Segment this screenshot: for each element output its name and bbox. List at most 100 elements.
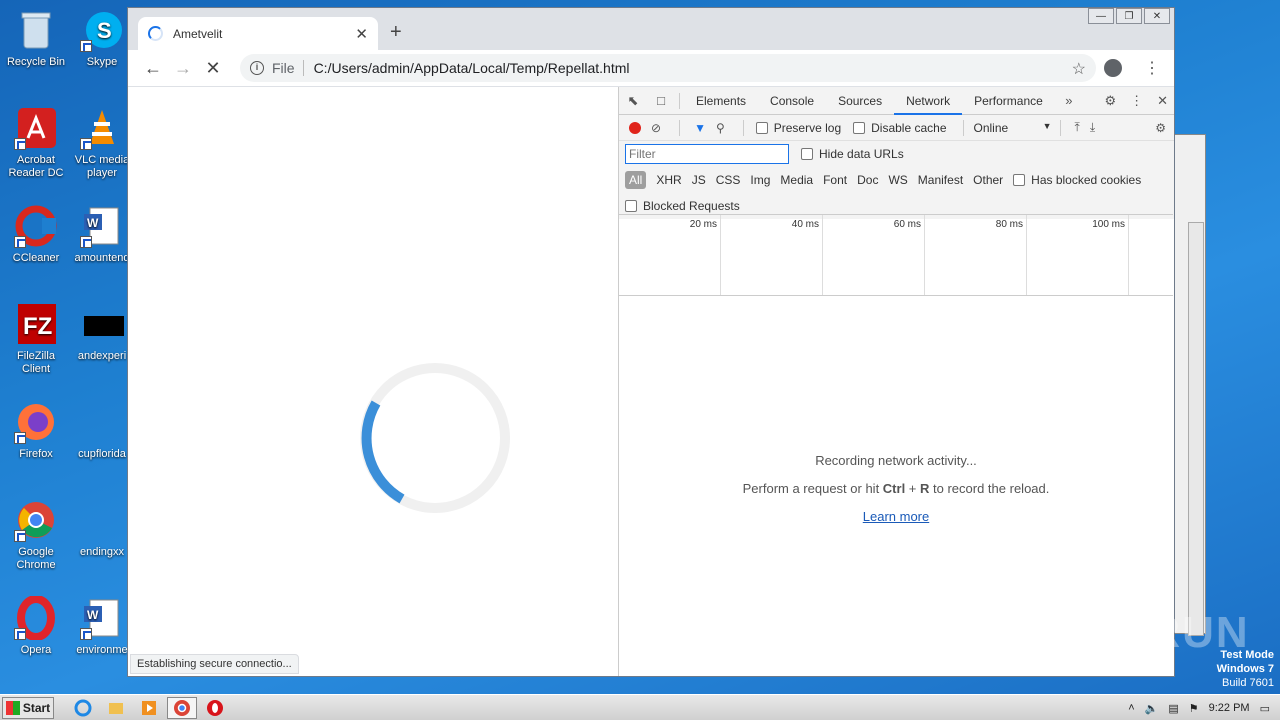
start-button[interactable]: Start	[2, 696, 54, 719]
record-icon[interactable]	[629, 121, 641, 134]
word-doc-icon: W	[80, 596, 124, 640]
tab-console[interactable]: Console	[758, 87, 826, 115]
timeline-tick: 100 ms	[1027, 215, 1129, 295]
media-player-taskbar-icon[interactable]	[134, 697, 164, 719]
ie-taskbar-icon[interactable]	[68, 697, 98, 719]
address-bar[interactable]: i File C:/Users/admin/AppData/Local/Temp…	[240, 54, 1096, 82]
background-scrollbar[interactable]	[1188, 222, 1204, 636]
clock[interactable]: 9:22 PM	[1209, 702, 1250, 714]
reload-hint: Perform a request or hit Ctrl + R to rec…	[742, 481, 1050, 496]
filter-input[interactable]	[625, 144, 789, 164]
restore-button[interactable]: ❐	[1116, 8, 1142, 24]
inspect-element-icon[interactable]: ⬉	[619, 93, 647, 109]
desktop-icon-firefox[interactable]: Firefox	[4, 400, 68, 461]
preserve-log-checkbox[interactable]: Preserve log	[755, 121, 841, 135]
minimize-button[interactable]: —	[1088, 8, 1114, 24]
stop-button[interactable]: ✕	[198, 58, 228, 79]
desktop-icon-label: environme	[76, 644, 128, 656]
type-ws[interactable]: WS	[888, 173, 907, 187]
desktop-icon-chrome[interactable]: Google Chrome	[4, 498, 68, 572]
type-doc[interactable]: Doc	[857, 173, 878, 187]
type-manifest[interactable]: Manifest	[918, 173, 963, 187]
type-font[interactable]: Font	[823, 173, 847, 187]
info-icon[interactable]: i	[250, 61, 264, 75]
window-controls: — ❐ ✕	[1088, 8, 1170, 24]
type-img[interactable]: Img	[750, 173, 770, 187]
tab-title: Ametvelit	[173, 26, 223, 41]
windows-flag-icon	[5, 700, 20, 715]
tab-elements[interactable]: Elements	[684, 87, 758, 115]
back-button[interactable]: ←	[138, 58, 168, 79]
throttle-select[interactable]: Online ▼	[974, 121, 1052, 135]
tab-close-icon[interactable]: ✕	[355, 25, 368, 43]
desktop-icon-filezilla[interactable]: FZ FileZilla Client	[4, 302, 68, 376]
desktop-icon-andexperi[interactable]: andexperi	[70, 302, 134, 363]
blank-file-icon	[80, 400, 124, 444]
account-icon[interactable]	[1104, 59, 1122, 77]
blocked-requests-checkbox[interactable]: Blocked Requests	[625, 199, 740, 213]
desktop-icon-environme[interactable]: W environme	[70, 596, 134, 657]
show-desktop-icon[interactable]: ▭	[1260, 702, 1270, 715]
close-window-button[interactable]: ✕	[1144, 8, 1170, 24]
volume-icon[interactable]: 🔈	[1145, 702, 1159, 715]
forward-button[interactable]: →	[168, 58, 198, 79]
desktop-icon-label: endingxx	[79, 546, 125, 558]
chrome-icon	[14, 498, 58, 542]
show-hidden-icons-icon[interactable]: ˄	[1128, 702, 1134, 714]
recording-message: Recording network activity...	[815, 453, 977, 468]
devtools-panel: ⬉ □ Elements Console Sources Network Per…	[618, 87, 1174, 676]
devtools-close-icon[interactable]: ✕	[1157, 93, 1168, 109]
desktop-icon-recycle-bin[interactable]: Recycle Bin	[4, 8, 68, 69]
desktop-icon-vlc[interactable]: VLC media player	[70, 106, 134, 180]
disable-cache-checkbox[interactable]: Disable cache	[853, 121, 947, 135]
menu-icon[interactable]: ⋮	[1144, 58, 1160, 78]
learn-more-link[interactable]: Learn more	[863, 509, 929, 524]
clear-icon[interactable]: ⊘	[651, 121, 661, 135]
device-toolbar-icon[interactable]: □	[647, 93, 675, 108]
hide-data-urls-checkbox[interactable]: Hide data URLs	[801, 147, 904, 161]
desktop-icon-label: Acrobat Reader DC	[8, 154, 64, 179]
desktop-icon-label: andexperi	[77, 350, 127, 362]
filter-icon[interactable]: ▼	[694, 121, 706, 135]
chrome-taskbar-icon[interactable]	[167, 696, 197, 719]
type-js[interactable]: JS	[692, 173, 706, 187]
type-xhr[interactable]: XHR	[656, 173, 681, 187]
import-har-icon[interactable]: ⤒	[1075, 120, 1080, 135]
export-har-icon[interactable]: ⤓	[1090, 120, 1095, 135]
more-tabs-icon[interactable]: »	[1055, 93, 1083, 108]
devtools-menu-icon[interactable]: ⋮	[1130, 93, 1143, 109]
tab-sources[interactable]: Sources	[826, 87, 894, 115]
type-media[interactable]: Media	[780, 173, 813, 187]
desktop-icon-acrobat[interactable]: Acrobat Reader DC	[4, 106, 68, 180]
action-center-flag-icon[interactable]: ⚑	[1189, 702, 1199, 715]
browser-window: — ❐ ✕ Ametvelit ✕ + ← → ✕ i File C:/User…	[127, 7, 1175, 677]
network-settings-icon[interactable]: ⚙	[1155, 121, 1166, 135]
browser-tab[interactable]: Ametvelit ✕	[138, 17, 378, 50]
acrobat-icon	[14, 106, 58, 150]
desktop-icon-opera[interactable]: Opera	[4, 595, 68, 657]
search-icon[interactable]: ⚲	[716, 121, 725, 135]
desktop-icon-ccleaner[interactable]: CCleaner	[4, 204, 68, 265]
taskbar: Start ˄ 🔈 ▤ ⚑ 9:22 PM ▭	[0, 694, 1280, 720]
desktop-icon-amountend[interactable]: W amountend	[70, 204, 134, 265]
desktop-icon-endingxx[interactable]: endingxx	[70, 498, 134, 559]
settings-gear-icon[interactable]: ⚙	[1104, 93, 1116, 109]
tab-performance[interactable]: Performance	[962, 87, 1055, 115]
new-tab-button[interactable]: +	[390, 21, 402, 44]
url-text[interactable]: C:/Users/admin/AppData/Local/Temp/Repell…	[314, 60, 630, 76]
opera-taskbar-icon[interactable]	[200, 697, 230, 719]
explorer-taskbar-icon[interactable]	[101, 697, 131, 719]
page-loading-spinner	[360, 363, 510, 513]
recycle-bin-icon	[14, 8, 58, 52]
tab-network[interactable]: Network	[894, 87, 963, 115]
desktop-icon-skype[interactable]: S Skype	[70, 8, 134, 69]
network-icon[interactable]: ▤	[1168, 702, 1178, 715]
type-css[interactable]: CSS	[716, 173, 741, 187]
timeline-tick: 20 ms	[619, 215, 721, 295]
svg-text:FZ: FZ	[23, 313, 52, 340]
type-other[interactable]: Other	[973, 173, 1003, 187]
has-blocked-cookies-checkbox[interactable]: Has blocked cookies	[1013, 173, 1141, 187]
desktop-icon-cupflorida[interactable]: cupflorida	[70, 400, 134, 461]
bookmark-star-icon[interactable]: ☆	[1072, 59, 1086, 79]
type-all[interactable]: All	[625, 171, 647, 189]
